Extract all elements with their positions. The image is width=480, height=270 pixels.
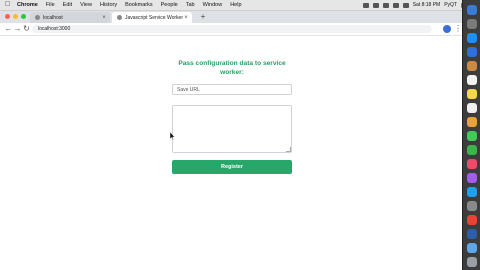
system-preferences-icon[interactable] <box>467 201 477 211</box>
menu-edit[interactable]: Edit <box>63 0 72 10</box>
tab-title: localhost <box>43 14 63 21</box>
reload-button[interactable]: ↻ <box>22 24 31 34</box>
facetime-icon[interactable] <box>467 145 477 155</box>
menu-chrome[interactable]: Chrome <box>17 0 38 10</box>
app-store-icon[interactable] <box>467 187 477 197</box>
globe-icon <box>35 15 40 20</box>
menu-people[interactable]: People <box>161 0 178 10</box>
page-title: Pass configuration data to service worke… <box>178 60 286 76</box>
terminal-icon[interactable] <box>467 229 477 239</box>
status-icon[interactable] <box>372 2 379 8</box>
mouse-cursor-icon <box>170 132 175 140</box>
battery-icon[interactable] <box>402 2 409 8</box>
tab-title: Javascript Service Workers <box>125 14 183 21</box>
clock[interactable]: Sat 8:18 PM <box>413 2 441 8</box>
close-window-button[interactable] <box>5 14 10 19</box>
menu-history[interactable]: History <box>100 0 117 10</box>
config-textarea[interactable] <box>172 105 292 153</box>
trash-icon[interactable] <box>467 257 477 267</box>
back-button[interactable]: ← <box>4 24 13 34</box>
forward-button[interactable]: → <box>13 24 22 34</box>
notes-icon[interactable] <box>467 89 477 99</box>
wifi-icon[interactable] <box>382 2 389 8</box>
status-icon[interactable] <box>362 2 369 8</box>
menu-file[interactable]: File <box>46 0 55 10</box>
reminders-icon[interactable] <box>467 103 477 113</box>
safari-icon[interactable] <box>467 33 477 43</box>
page-content: Pass configuration data to service worke… <box>0 36 462 270</box>
macos-menu-bar:  Chrome File Edit View History Bookmark… <box>0 0 480 11</box>
zoom-window-button[interactable] <box>21 14 26 19</box>
finder-icon[interactable] <box>467 5 477 15</box>
browser-toolbar: ← → ↻ localhost:3000 ⋮ <box>0 23 462 36</box>
chrome-icon[interactable] <box>467 215 477 225</box>
window-controls <box>5 14 26 19</box>
launchpad-icon[interactable] <box>467 19 477 29</box>
profile-avatar-icon[interactable] <box>443 25 451 33</box>
minimize-window-button[interactable] <box>13 14 18 19</box>
chrome-menu-button[interactable]: ⋮ <box>454 24 462 34</box>
messages-icon[interactable] <box>467 131 477 141</box>
mail-icon[interactable] <box>467 47 477 57</box>
status-area: Sat 8:18 PM PyQT <box>362 0 477 10</box>
podcasts-icon[interactable] <box>467 173 477 183</box>
close-tab-icon[interactable]: × <box>101 15 107 21</box>
macos-dock <box>462 0 480 270</box>
textarea-resize-handle[interactable] <box>286 147 291 152</box>
menu-tab[interactable]: Tab <box>186 0 195 10</box>
tab-service-workers[interactable]: Javascript Service Workers × <box>112 12 192 23</box>
music-icon[interactable] <box>467 159 477 169</box>
browser-tab-strip: localhost × Javascript Service Workers ×… <box>0 11 462 23</box>
photos-icon[interactable] <box>467 117 477 127</box>
menu-window[interactable]: Window <box>203 0 223 10</box>
globe-icon <box>117 15 122 20</box>
address-bar[interactable]: localhost:3000 <box>32 25 432 33</box>
register-button[interactable]: Register <box>172 160 292 174</box>
contacts-icon[interactable] <box>467 61 477 71</box>
menu-help[interactable]: Help <box>230 0 241 10</box>
save-url-input[interactable] <box>172 84 292 95</box>
volume-icon[interactable] <box>392 2 399 8</box>
apple-menu-icon[interactable]:  <box>5 0 13 10</box>
menu-bookmarks[interactable]: Bookmarks <box>125 0 153 10</box>
calendar-icon[interactable] <box>467 75 477 85</box>
close-tab-icon[interactable]: × <box>183 15 189 21</box>
tab-localhost[interactable]: localhost × <box>30 12 110 23</box>
new-tab-button[interactable]: + <box>198 12 208 22</box>
folder-icon[interactable] <box>467 243 477 253</box>
menu-view[interactable]: View <box>80 0 92 10</box>
user-name[interactable]: PyQT <box>444 2 457 8</box>
